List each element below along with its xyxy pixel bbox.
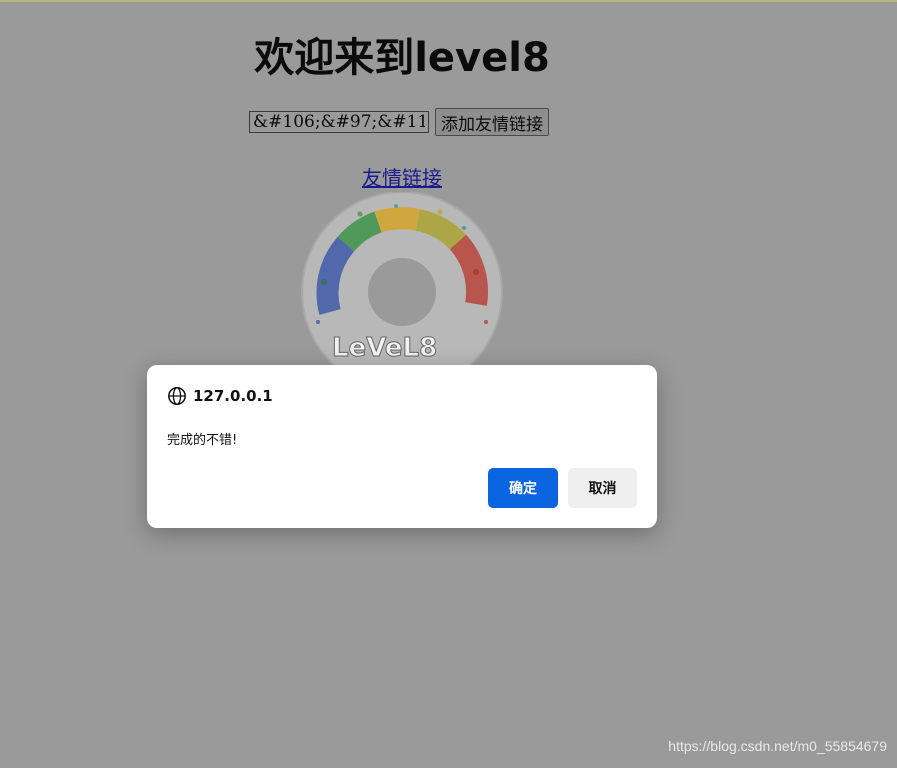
- dialog-origin-text: 127.0.0.1: [193, 387, 273, 405]
- level8-image: LeVeL8: [301, 192, 503, 368]
- image-logo-text: LeVeL8: [332, 333, 437, 363]
- cancel-button[interactable]: 取消: [568, 468, 637, 508]
- link-form: 添加友情链接: [249, 108, 549, 136]
- keyword-input[interactable]: [249, 111, 429, 133]
- friend-link[interactable]: 友情链接: [362, 162, 442, 191]
- add-friend-link-button[interactable]: 添加友情链接: [435, 108, 549, 136]
- dialog-origin: 127.0.0.1: [167, 386, 273, 406]
- ok-button[interactable]: 确定: [488, 468, 558, 508]
- globe-icon: [168, 387, 186, 405]
- dialog-message: 完成的不错!: [167, 433, 238, 448]
- watermark: https://blog.csdn.net/m0_55854679: [668, 738, 887, 754]
- page-title: 欢迎来到level8: [254, 35, 550, 81]
- alert-dialog: 127.0.0.1 完成的不错! 确定 取消: [147, 365, 657, 528]
